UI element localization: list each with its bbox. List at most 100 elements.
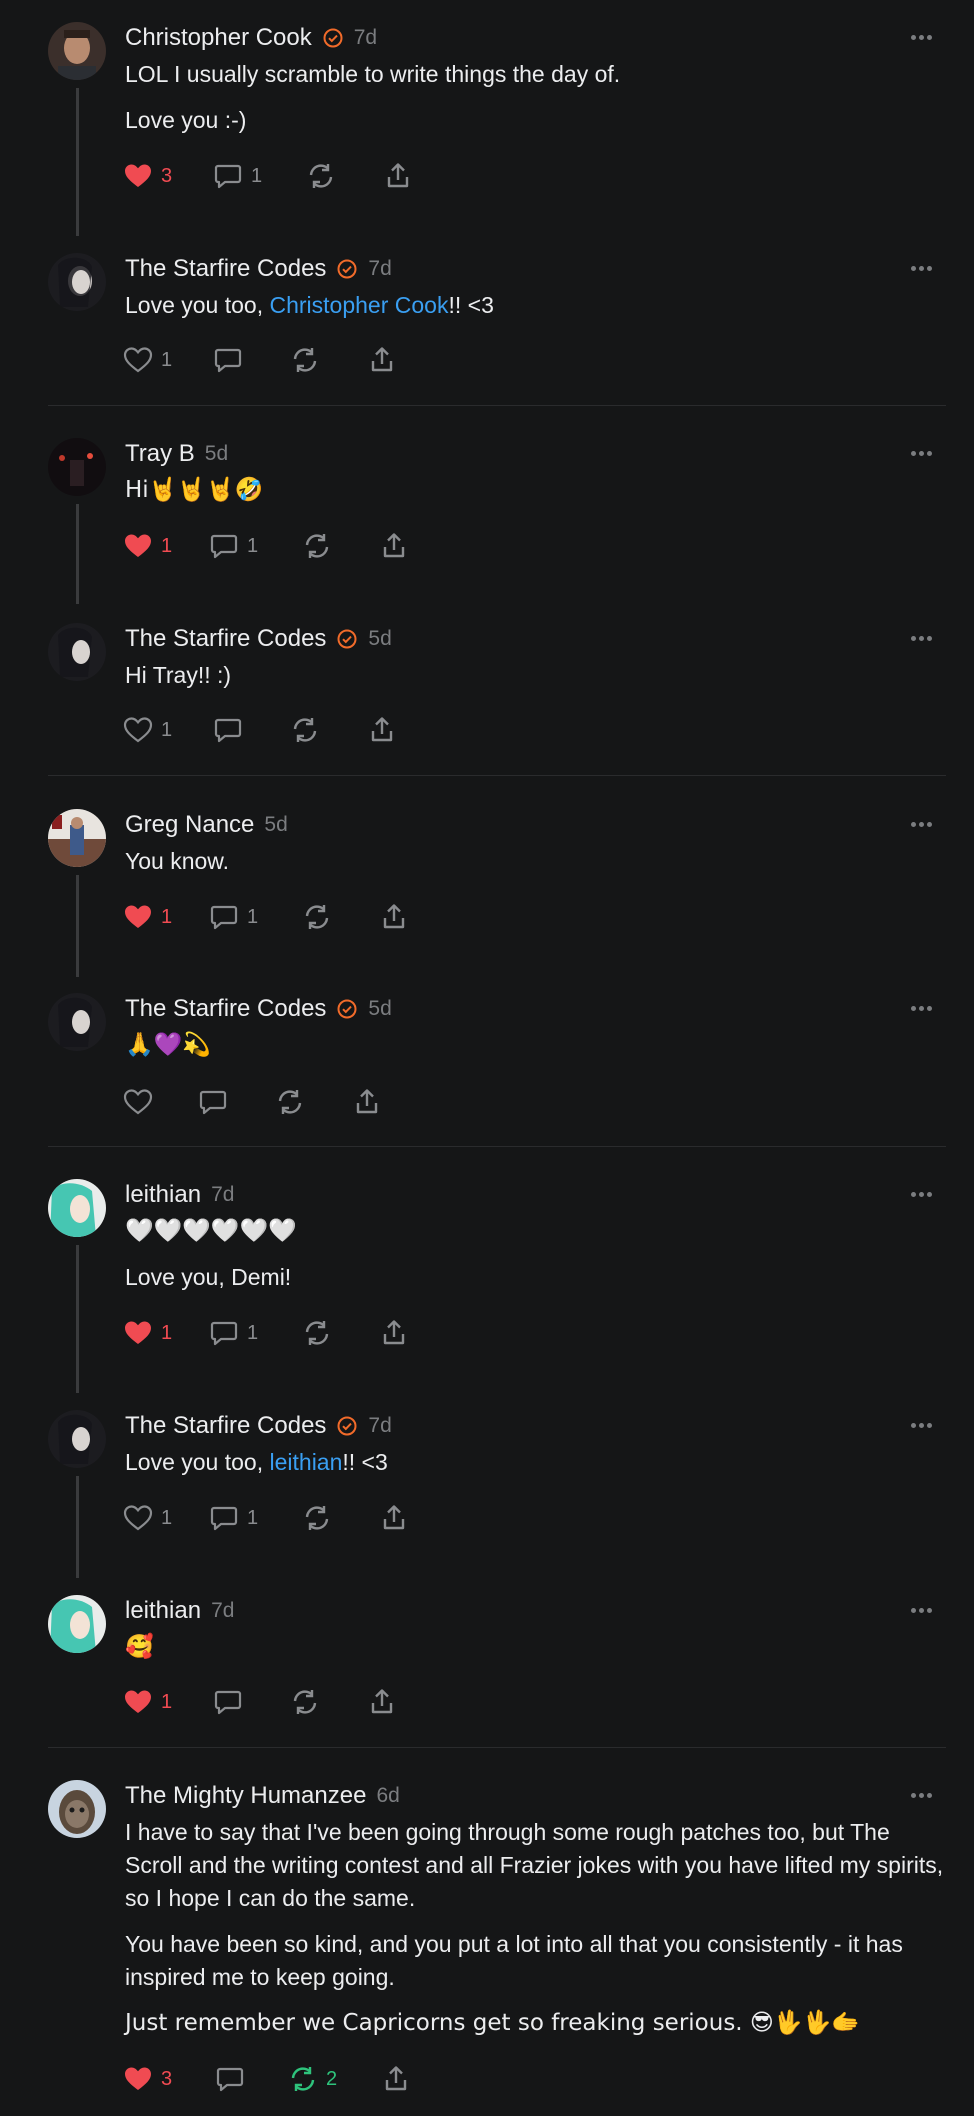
verified-icon (337, 629, 357, 649)
repost-button[interactable] (302, 902, 379, 932)
repost-button[interactable] (275, 1087, 352, 1117)
more-options-icon[interactable] (906, 809, 936, 839)
more-options-icon[interactable] (906, 22, 936, 52)
text-segment: !! <3 (342, 1449, 388, 1475)
share-button[interactable] (379, 1503, 409, 1533)
author-name[interactable]: Greg Nance (125, 811, 254, 839)
share-button[interactable] (383, 161, 413, 191)
more-options-icon[interactable] (906, 1780, 936, 1810)
more-options-icon[interactable] (906, 1595, 936, 1625)
heart-icon (125, 1321, 151, 1344)
more-options-icon[interactable] (906, 253, 936, 283)
avatar[interactable] (48, 22, 106, 80)
comment-icon (210, 1506, 238, 1531)
thread-line (76, 1476, 79, 1578)
comment-header: The Starfire Codes 5d (125, 989, 392, 1029)
share-icon (356, 1089, 378, 1114)
comment-icon (210, 534, 238, 559)
repost-button[interactable] (302, 1503, 379, 1533)
author-name[interactable]: leithian (125, 1181, 201, 1209)
author-name[interactable]: leithian (125, 1597, 201, 1625)
divider (48, 1146, 946, 1147)
reply-button[interactable] (213, 1687, 290, 1717)
avatar[interactable] (48, 1179, 106, 1237)
author-name[interactable]: The Starfire Codes (125, 255, 326, 283)
repost-button[interactable] (306, 161, 383, 191)
share-button[interactable] (381, 2064, 411, 2094)
like-count: 1 (161, 718, 173, 741)
more-options-icon[interactable] (906, 1179, 936, 1209)
share-button[interactable] (379, 902, 409, 932)
timestamp: 6d (376, 1784, 400, 1807)
repost-icon (309, 164, 333, 188)
reply-button[interactable] (213, 345, 290, 375)
repost-button[interactable] (290, 345, 367, 375)
more-options-icon[interactable] (906, 993, 936, 1023)
share-button[interactable] (367, 1687, 397, 1717)
like-button[interactable]: 1 (123, 531, 209, 561)
thread-line (76, 875, 79, 977)
comment-icon (199, 1090, 227, 1115)
repost-icon (293, 718, 317, 742)
share-button[interactable] (379, 531, 409, 561)
avatar[interactable] (48, 438, 106, 496)
avatar[interactable] (48, 1595, 106, 1653)
reply-button[interactable]: 1 (209, 1318, 302, 1348)
text-segment: !! <3 (448, 292, 494, 318)
author-name[interactable]: Christopher Cook (125, 24, 312, 52)
like-button[interactable]: 1 (123, 715, 213, 745)
repost-button[interactable] (290, 1687, 367, 1717)
like-button[interactable]: 1 (123, 345, 213, 375)
like-button[interactable]: 1 (123, 1503, 209, 1533)
author-name[interactable]: Tray B (125, 440, 195, 468)
mention-link[interactable]: leithian (270, 1449, 343, 1475)
more-options-icon[interactable] (906, 438, 936, 468)
action-bar: 1 1 (123, 1316, 409, 1350)
like-button[interactable]: 3 (123, 161, 213, 191)
repost-button[interactable]: 2 (288, 2064, 381, 2094)
author-name[interactable]: The Starfire Codes (125, 995, 326, 1023)
author-name[interactable]: The Starfire Codes (125, 1412, 326, 1440)
share-button[interactable] (379, 1318, 409, 1348)
like-button[interactable]: 1 (123, 1687, 213, 1717)
like-count: 3 (161, 164, 173, 187)
reply-button[interactable] (198, 1087, 275, 1117)
share-icon (385, 2066, 407, 2091)
reply-button[interactable]: 1 (209, 531, 302, 561)
author-name[interactable]: The Starfire Codes (125, 625, 326, 653)
like-button[interactable]: 1 (123, 1318, 209, 1348)
share-button[interactable] (367, 345, 397, 375)
action-bar: 1 1 (123, 529, 409, 563)
like-button[interactable]: 1 (123, 902, 209, 932)
repost-button[interactable] (302, 531, 379, 561)
author-name[interactable]: The Mighty Humanzee (125, 1782, 366, 1810)
timestamp: 7d (211, 1599, 235, 1622)
reply-count: 1 (251, 164, 263, 187)
like-count: 1 (161, 905, 173, 928)
avatar[interactable] (48, 1410, 106, 1468)
like-button[interactable]: 3 (123, 2064, 215, 2094)
reply-count: 1 (247, 1506, 259, 1529)
text-segment: Love you too, (125, 1449, 270, 1475)
comment-text: Love you :-) (125, 107, 247, 133)
avatar[interactable] (48, 1780, 106, 1838)
reply-button[interactable]: 1 (209, 902, 302, 932)
reply-button[interactable]: 1 (209, 1503, 302, 1533)
more-options-icon[interactable] (906, 623, 936, 653)
avatar[interactable] (48, 253, 106, 311)
mention-link[interactable]: Christopher Cook (270, 292, 449, 318)
avatar[interactable] (48, 993, 106, 1051)
more-options-icon[interactable] (906, 1410, 936, 1440)
repost-count: 2 (326, 2067, 338, 2090)
share-button[interactable] (352, 1087, 382, 1117)
reply-button[interactable]: 1 (213, 161, 306, 191)
like-button[interactable] (123, 1087, 198, 1117)
reply-button[interactable] (213, 715, 290, 745)
repost-button[interactable] (290, 715, 367, 745)
avatar[interactable] (48, 623, 106, 681)
comment-icon (214, 718, 242, 743)
repost-button[interactable] (302, 1318, 379, 1348)
share-button[interactable] (367, 715, 397, 745)
avatar[interactable] (48, 809, 106, 867)
reply-button[interactable] (215, 2064, 288, 2094)
